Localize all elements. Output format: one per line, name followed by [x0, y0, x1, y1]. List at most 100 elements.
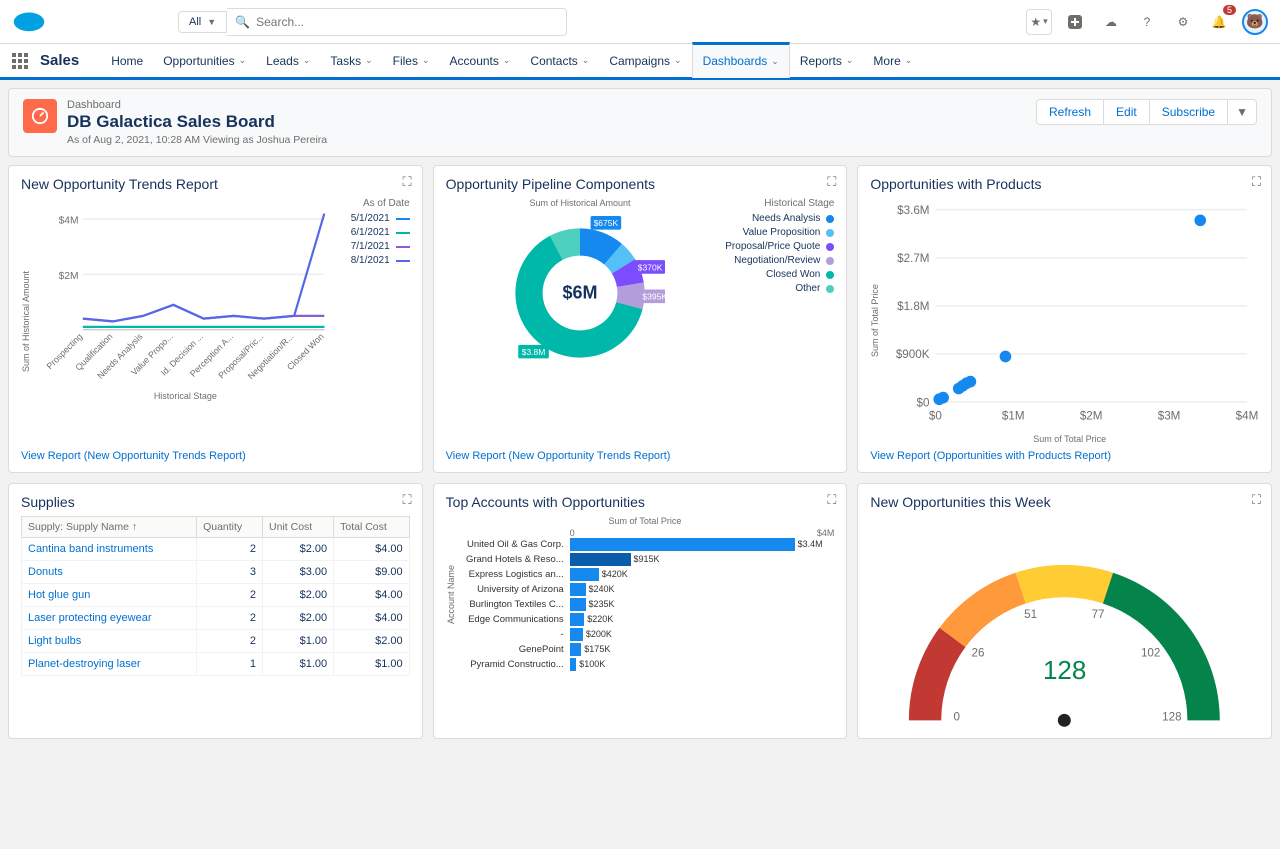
supply-name-link[interactable]: Light bulbs	[22, 630, 197, 653]
app-launcher-icon[interactable]	[12, 53, 28, 69]
page-header: Dashboard DB Galactica Sales Board As of…	[8, 88, 1272, 157]
bar-value: $3.4M	[795, 538, 823, 551]
search-scope-label: All	[189, 16, 201, 28]
supply-name-link[interactable]: Donuts	[22, 561, 197, 584]
more-actions-button[interactable]: ▼	[1227, 99, 1257, 125]
bar-track: $175K	[570, 643, 835, 656]
supply-name-link[interactable]: Planet-destroying laser	[22, 653, 197, 676]
nav-reports[interactable]: Reports ⌄	[790, 43, 864, 79]
cell: 1	[197, 653, 263, 676]
subscribe-button[interactable]: Subscribe	[1149, 99, 1227, 125]
cell: 2	[197, 607, 263, 630]
expand-icon[interactable]: ⛶	[1252, 492, 1261, 508]
bar-row: University of Arizona $240K	[456, 583, 835, 596]
cell: $9.00	[334, 561, 410, 584]
nav-dashboards[interactable]: Dashboards⌄	[692, 42, 790, 78]
legend-label: Closed Won	[766, 269, 820, 280]
svg-text:$3.8M: $3.8M	[522, 347, 546, 357]
nav-label: Reports	[800, 54, 842, 68]
nav-accounts[interactable]: Accounts⌄	[440, 43, 521, 79]
nav-home[interactable]: Home	[101, 43, 153, 79]
view-report-link[interactable]: View Report (New Opportunity Trends Repo…	[21, 444, 410, 462]
svg-text:51: 51	[1024, 608, 1037, 621]
supply-name-link[interactable]: Cantina band instruments	[22, 538, 197, 561]
nav-leads[interactable]: Leads⌄	[256, 43, 320, 79]
bar-row: GenePoint $175K	[456, 643, 835, 656]
nav-contacts[interactable]: Contacts⌄	[520, 43, 599, 79]
expand-icon[interactable]: ⛶	[1252, 174, 1261, 190]
svg-text:$2.7M: $2.7M	[897, 252, 929, 265]
edit-button[interactable]: Edit	[1103, 99, 1149, 125]
dashboard-icon	[23, 99, 57, 133]
setup-cloud-icon[interactable]: ☁	[1098, 9, 1124, 35]
view-report-link[interactable]: View Report (New Opportunity Trends Repo…	[446, 444, 835, 462]
bar-value: $420K	[599, 568, 628, 581]
table-row: Planet-destroying laser1$1.00$1.00	[22, 653, 410, 676]
search-box[interactable]: 🔍	[227, 8, 567, 36]
card-opportunities-products: ⛶ Opportunities with Products Sum of Tot…	[857, 165, 1272, 473]
legend-label: 7/1/2021	[351, 241, 390, 252]
gear-icon[interactable]: ⚙	[1170, 9, 1196, 35]
card-pipeline: ⛶ Opportunity Pipeline Components Sum of…	[433, 165, 848, 473]
cell: $1.00	[334, 653, 410, 676]
add-button[interactable]	[1062, 9, 1088, 35]
salesforce-logo	[12, 10, 46, 34]
nav-label: Campaigns	[609, 54, 670, 68]
card-gauge: ⛶ New Opportunities this Week 0265177102…	[857, 483, 1272, 739]
legend-item: 8/1/2021	[340, 255, 410, 266]
svg-text:128: 128	[1162, 710, 1181, 723]
nav-campaigns[interactable]: Campaigns⌄	[599, 43, 691, 79]
chevron-down-icon: ⌄	[422, 55, 430, 66]
table-header[interactable]: Unit Cost	[263, 517, 334, 538]
search-input[interactable]	[256, 15, 558, 29]
bar-track: $915K	[570, 553, 835, 566]
scatter-chart: $3.6M$2.7M$1.8M$900K$0$0$1M$2M$3M$4M	[880, 198, 1259, 431]
help-icon[interactable]: ?	[1134, 9, 1160, 35]
bar-row: Burlington Textiles C... $235K	[456, 598, 835, 611]
nav-more[interactable]: More⌄	[863, 43, 922, 79]
expand-icon[interactable]: ⛶	[403, 492, 412, 508]
card-title: Top Accounts with Opportunities	[446, 494, 835, 510]
bar-fill	[570, 658, 577, 671]
expand-icon[interactable]: ⛶	[403, 174, 412, 190]
view-report-link[interactable]: View Report (Opportunities with Products…	[870, 444, 1259, 462]
table-header[interactable]: Supply: Supply Name ↑	[22, 517, 197, 538]
bar-track: $3.4M	[570, 538, 835, 551]
svg-text:77: 77	[1092, 608, 1105, 621]
notifications-button[interactable]: 🔔 5	[1206, 9, 1232, 35]
avatar[interactable]: 🐻	[1242, 9, 1268, 35]
chevron-down-icon: ⌄	[846, 55, 854, 66]
svg-text:102: 102	[1141, 646, 1160, 659]
legend-label: 5/1/2021	[351, 213, 390, 224]
nav-label: Tasks	[330, 54, 361, 68]
supplies-table: Supply: Supply Name ↑QuantityUnit CostTo…	[21, 516, 410, 676]
table-header[interactable]: Quantity	[197, 517, 263, 538]
nav-opportunities[interactable]: Opportunities⌄	[153, 43, 256, 79]
card-title: Opportunities with Products	[870, 176, 1259, 192]
legend-item: Needs Analysis	[724, 213, 834, 224]
bar-track: $100K	[570, 658, 835, 671]
cell: $3.00	[263, 561, 334, 584]
bar-fill	[570, 553, 631, 566]
supply-name-link[interactable]: Laser protecting eyewear	[22, 607, 197, 630]
page-actions: Refresh Edit Subscribe ▼	[1036, 99, 1257, 125]
nav-tasks[interactable]: Tasks⌄	[320, 43, 382, 79]
bar-row: Grand Hotels & Reso... $915K	[456, 553, 835, 566]
nav-files[interactable]: Files⌄	[383, 43, 440, 79]
table-header[interactable]: Total Cost	[334, 517, 410, 538]
favorites-button[interactable]: ★▾	[1026, 9, 1052, 35]
svg-text:$1M: $1M	[1002, 409, 1025, 422]
cell: $2.00	[263, 607, 334, 630]
bar-label: Express Logistics an...	[456, 569, 564, 580]
svg-text:$4M: $4M	[1236, 409, 1259, 422]
svg-text:$0: $0	[929, 409, 942, 422]
expand-icon[interactable]: ⛶	[827, 174, 836, 190]
bar-track: $235K	[570, 598, 835, 611]
search-scope-button[interactable]: All ▼	[178, 11, 227, 33]
refresh-button[interactable]: Refresh	[1036, 99, 1103, 125]
chevron-down-icon: ⌄	[905, 55, 913, 66]
y-axis-label: Account Name	[446, 516, 456, 673]
expand-icon[interactable]: ⛶	[827, 492, 836, 508]
svg-text:$0: $0	[917, 396, 930, 409]
supply-name-link[interactable]: Hot glue gun	[22, 584, 197, 607]
